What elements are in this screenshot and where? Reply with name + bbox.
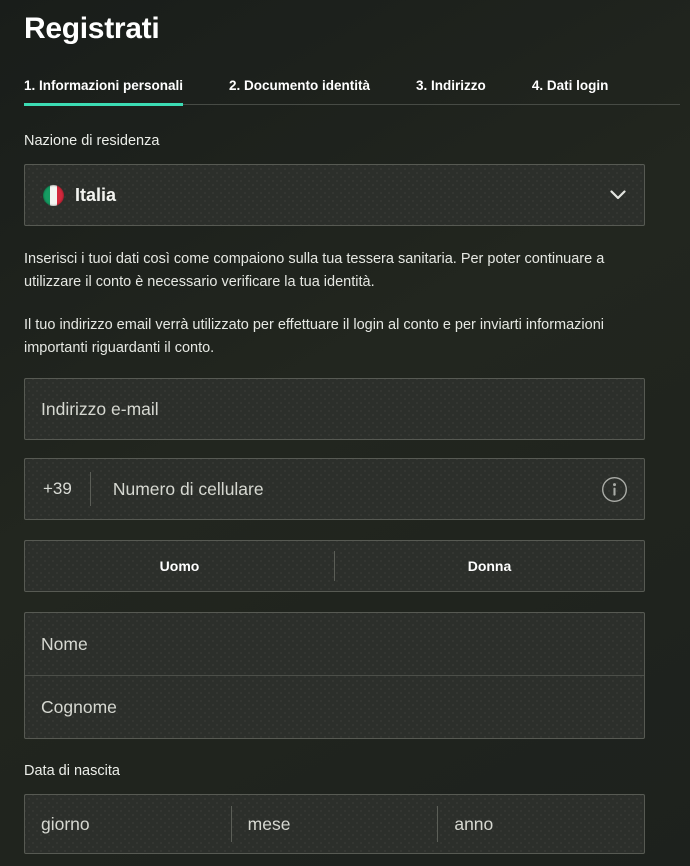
gender-male-button[interactable]: Uomo [25,541,334,591]
birth-year-input[interactable] [454,814,636,835]
first-name-row [25,613,644,675]
last-name-row [25,676,644,738]
phone-input[interactable] [113,479,591,500]
birth-date-group [24,794,645,854]
email-info-text: Il tuo indirizzo email verrà utilizzato … [24,314,645,360]
birth-date-label: Data di nascita [24,763,645,780]
birth-month-input[interactable] [248,814,430,835]
last-name-input[interactable] [41,697,628,718]
phone-field-container: +39 [24,458,645,520]
tab-dati-login[interactable]: 4. Dati login [532,78,609,104]
registration-form: Registrati 1. Informazioni personali 2. … [0,0,690,854]
country-dropdown[interactable]: Italia [24,164,645,226]
name-fields-group [24,612,645,739]
chevron-down-icon [610,190,626,200]
birth-month-cell [232,814,438,835]
identity-info-text: Inserisci i tuoi dati così come compaion… [24,248,645,294]
info-icon[interactable] [591,476,628,503]
tab-informazioni-personali[interactable]: 1. Informazioni personali [24,78,183,104]
birth-day-input[interactable] [41,814,223,835]
gender-selector: Uomo Donna [24,540,645,592]
italy-flag-icon [43,185,64,206]
tab-indirizzo[interactable]: 3. Indirizzo [416,78,486,104]
page-title: Registrati [24,12,645,46]
country-label: Nazione di residenza [24,133,645,150]
tab-documento-identita[interactable]: 2. Documento identità [229,78,370,104]
birth-year-cell [438,814,644,835]
gender-female-button[interactable]: Donna [335,541,644,591]
phone-prefix: +39 [41,479,72,499]
phone-divider [90,472,91,506]
first-name-input[interactable] [41,634,628,655]
country-selected-value: Italia [75,185,116,206]
registration-steps-tabs: 1. Informazioni personali 2. Documento i… [24,78,680,105]
email-input[interactable] [41,399,628,420]
email-field-container [24,378,645,440]
birth-day-cell [25,814,231,835]
